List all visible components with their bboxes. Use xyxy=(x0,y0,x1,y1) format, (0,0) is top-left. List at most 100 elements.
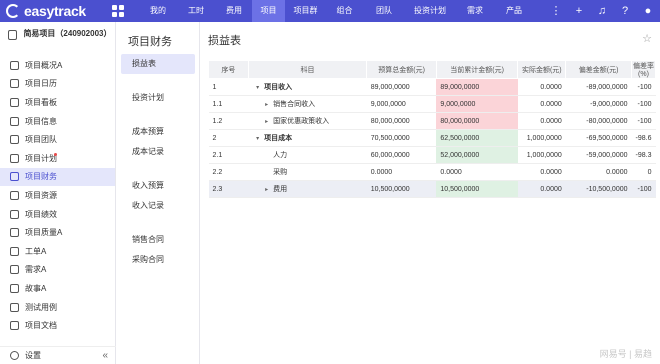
deviation-rate-cell: -98.3 xyxy=(631,146,656,164)
expand-caret-icon[interactable]: ▾ xyxy=(256,84,264,91)
subnav-item-6[interactable]: 销售合同 xyxy=(121,230,195,250)
sidebar-item-label: 需求A xyxy=(25,265,47,275)
sidebar-item-icon xyxy=(10,60,19,70)
table-row[interactable]: 1 ▾ 项目收入 89,000,0000 89,000,0000 0.0000 -89,00… xyxy=(208,78,656,96)
subnav-item-5[interactable]: 收入记录 xyxy=(121,196,195,216)
user-avatar-icon[interactable]: ● xyxy=(642,5,654,17)
nav-item-6[interactable]: 团队 xyxy=(363,0,405,22)
expand-caret-icon[interactable]: ▸ xyxy=(265,186,273,193)
subject-label: 国家优惠政策收入 xyxy=(273,118,330,125)
table-row[interactable]: 1.2 ▸ 国家优惠政策收入 80,000,0000 80,000,0000 0.0000… xyxy=(208,112,656,130)
apps-grid-icon[interactable] xyxy=(112,5,124,17)
table-row[interactable]: 2 ▾ 项目成本 70,500,0000 62,500,0000 1,000,0000 -6… xyxy=(208,129,656,147)
expand-caret-icon[interactable]: ▸ xyxy=(265,101,273,108)
nav-item-4[interactable]: 项目群 xyxy=(285,0,326,22)
main-content: 损益表 ☆ 序号 科目 预算总金额(元) 当前累计金额(元) 实际金额(元) 偏差金额(元… xyxy=(201,22,660,364)
table-row[interactable]: 2.2 采购 0.0000 0.0000 0.0000 0.0000 0 xyxy=(208,163,656,181)
nav-item-1[interactable]: 工时 xyxy=(176,0,216,22)
row-number: 1.1 xyxy=(208,95,249,113)
current-amount-cell: 89,000,0000 xyxy=(436,78,518,96)
finance-subnav: 项目财务 损益表 投资计划 成本预算 成本记录 收入预算 收入记录 销售合同 采购合同 xyxy=(117,22,200,364)
app-logo[interactable]: easytrack xyxy=(0,3,112,19)
table-row[interactable]: 1.1 ▸ 销售合同收入 9,000,0000 9,000,0000 0.0000 -9,0… xyxy=(208,95,656,113)
help-icon[interactable]: ? xyxy=(619,5,631,17)
bell-icon[interactable]: ♫ xyxy=(596,5,608,17)
sidebar-item-10[interactable]: 工单A xyxy=(0,242,115,261)
nav-item-5[interactable]: 组合 xyxy=(326,0,363,22)
sidebar-item-label: 项目文档 xyxy=(25,321,57,331)
nav-item-2[interactable]: 费用 xyxy=(216,0,252,22)
expand-caret-icon[interactable]: ▾ xyxy=(256,135,264,142)
subject-label: 销售合同收入 xyxy=(273,101,316,108)
subnav-item-2[interactable]: 成本预算 xyxy=(121,122,195,142)
nav-item-8[interactable]: 需求 xyxy=(455,0,495,22)
settings-label: 设置 xyxy=(25,351,41,360)
app-name: easytrack xyxy=(24,3,86,19)
column-header[interactable]: 序号 xyxy=(208,60,249,79)
expand-caret-icon[interactable]: ▸ xyxy=(265,118,273,125)
current-amount-cell: 10,500,0000 xyxy=(436,180,518,198)
sidebar-item-3[interactable]: 项目信息 xyxy=(0,112,115,131)
deviation-rate-cell: 0 xyxy=(631,163,656,181)
sidebar-item-label: 项目日历 xyxy=(25,79,57,89)
plus-icon[interactable]: + xyxy=(573,5,585,17)
actual-cell: 0.0000 xyxy=(517,163,566,181)
table-row[interactable]: 2.1 人力 60,000,0000 52,000,0000 1,000,0000 -59… xyxy=(208,146,656,164)
row-subject: ▾ 项目收入 xyxy=(248,78,367,96)
row-number: 1 xyxy=(208,78,249,96)
subject-label: 项目成本 xyxy=(264,135,293,142)
nav-item-3[interactable]: 项目 xyxy=(252,0,285,22)
subject-label: 费用 xyxy=(273,186,288,193)
sidebar-item-7[interactable]: 项目资源 xyxy=(0,186,115,205)
nav-item-7[interactable]: 投资计划 xyxy=(405,0,455,22)
sidebar-item-6[interactable]: 项目财务 xyxy=(0,167,115,187)
settings-item[interactable]: 设置 « xyxy=(0,346,116,364)
column-header[interactable]: 偏差金额(元) xyxy=(565,60,632,79)
favorite-star-icon[interactable]: ☆ xyxy=(642,32,652,45)
sidebar-item-12[interactable]: 故事A xyxy=(0,279,115,298)
budget-cell: 89,000,0000 xyxy=(366,78,437,96)
sidebar-item-icon xyxy=(10,116,19,126)
deviation-cell: -69,500,0000 xyxy=(565,129,632,147)
deviation-cell: -59,000,0000 xyxy=(565,146,632,164)
sidebar-item-4[interactable]: 项目团队 xyxy=(0,130,115,149)
table-row[interactable]: 2.3 ▸ 费用 10,500,0000 10,500,0000 0.0000 -10,50… xyxy=(208,180,656,198)
sidebar-item-5[interactable]: 项目计划 xyxy=(0,149,115,168)
more-icon[interactable]: ⋮ xyxy=(550,5,562,17)
project-header[interactable]: 简易项目（240902003） xyxy=(0,22,115,56)
deviation-rate-cell: -100 xyxy=(631,112,656,130)
actual-cell: 1,000,0000 xyxy=(517,146,566,164)
sidebar-item-1[interactable]: 项目日历 xyxy=(0,75,115,94)
sidebar-item-2[interactable]: 项目看板 xyxy=(0,93,115,112)
column-header[interactable]: 科目 xyxy=(247,60,368,79)
column-header[interactable]: 偏差率(%) xyxy=(631,60,656,79)
column-header[interactable]: 实际金额(元) xyxy=(517,60,567,79)
sidebar-item-11[interactable]: 需求A xyxy=(0,261,115,280)
subnav-item-1[interactable]: 投资计划 xyxy=(121,88,195,108)
sidebar-item-14[interactable]: 项目文档 xyxy=(0,316,115,335)
watermark: 网易号 | 易趋 xyxy=(599,349,652,359)
subnav-item-4[interactable]: 收入预算 xyxy=(121,176,195,196)
sidebar-item-icon xyxy=(10,172,19,182)
deviation-rate-cell: -100 xyxy=(631,78,656,96)
sidebar-item-0[interactable]: 项目概况A xyxy=(0,56,115,75)
collapse-sidebar-icon[interactable]: « xyxy=(102,350,108,361)
row-number: 2.1 xyxy=(208,146,249,164)
row-subject: ▾ 项目成本 xyxy=(248,129,367,147)
row-subject: 人力 xyxy=(248,146,367,164)
nav-item-9[interactable]: 产品 xyxy=(495,0,533,22)
column-header[interactable]: 预算总金额(元) xyxy=(366,60,437,79)
sidebar-item-8[interactable]: 项目绩效 xyxy=(0,205,115,224)
sidebar-item-13[interactable]: 测试用例 xyxy=(0,298,115,317)
sidebar-item-9[interactable]: 项目质量A xyxy=(0,223,115,242)
row-number: 2 xyxy=(208,129,249,147)
nav-item-0[interactable]: 我的 xyxy=(140,0,176,22)
subnav-item-0[interactable]: 损益表 xyxy=(121,54,195,74)
sidebar-item-label: 测试用例 xyxy=(25,302,57,312)
subnav-item-3[interactable]: 成本记录 xyxy=(121,142,195,162)
page-title: 损益表 xyxy=(208,35,241,47)
subnav-item-7[interactable]: 采购合同 xyxy=(121,250,195,270)
subject-label: 人力 xyxy=(273,152,288,159)
sidebar-item-icon xyxy=(10,153,19,163)
column-header[interactable]: 当前累计金额(元) xyxy=(435,60,519,79)
